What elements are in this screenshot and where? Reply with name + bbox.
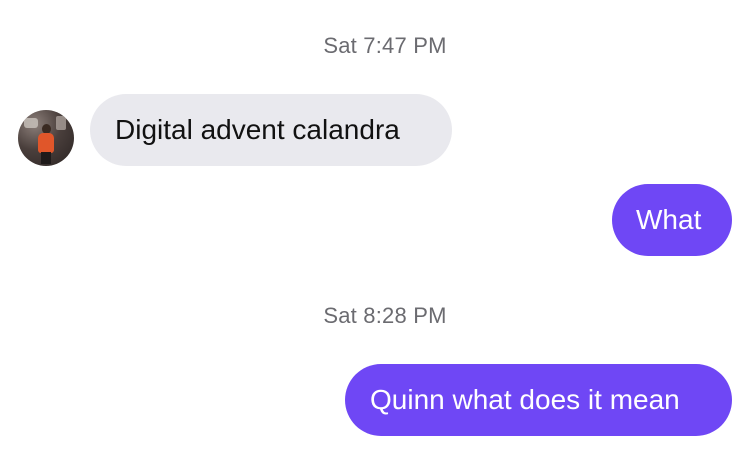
outgoing-message-bubble[interactable]: Quinn what does it mean <box>345 364 732 436</box>
contact-avatar[interactable] <box>18 110 74 166</box>
timestamp: Sat 7:47 PM <box>323 33 447 58</box>
timestamp: Sat 8:28 PM <box>323 303 447 328</box>
incoming-message-bubble[interactable]: Digital advent calandra <box>90 94 452 166</box>
avatar-background <box>24 118 38 128</box>
avatar-figure <box>38 133 54 153</box>
outgoing-message-bubble[interactable]: What <box>612 184 732 256</box>
avatar-figure <box>41 152 51 164</box>
avatar-background <box>56 116 66 130</box>
